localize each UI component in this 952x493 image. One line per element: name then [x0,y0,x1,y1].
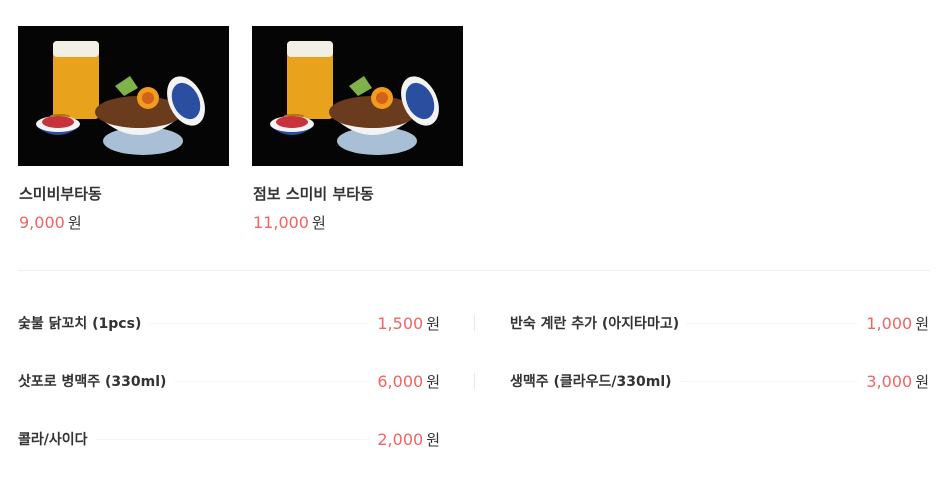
menu-name[interactable]: 점보 스미비 부타동 [253,183,374,204]
leader-line [95,438,370,440]
option-label: 콜라/사이다 [18,432,88,448]
price-amount: 3,000 [866,371,913,391]
food-illustration [18,26,229,166]
option-label: 숯불 닭꼬치 (1pcs) [18,316,142,332]
menu-card[interactable]: 스미비부타동 9,000 원 [18,26,229,232]
price-unit: 원 [426,372,440,391]
price-amount: 1,500 [377,313,424,333]
menu-name[interactable]: 스미비부타동 [19,183,102,204]
option-row: 삿포로 병맥주 (330ml) 6,000 원 [18,370,440,392]
price-unit: 원 [915,372,929,391]
option-row: 반숙 계란 추가 (아지타마고) 1,000 원 [510,312,929,334]
option-row: 생맥주 (클라우드/330ml) 3,000 원 [510,370,929,392]
food-photo[interactable] [252,26,463,166]
option-price: 1,500 원 [377,313,440,334]
menu-price: 11,000 원 [253,212,326,233]
food-photo[interactable] [18,26,229,166]
price-amount: 6,000 [377,371,424,391]
price-amount: 11,000 [253,213,309,232]
leader-line [679,380,859,382]
menu-card[interactable]: 점보 스미비 부타동 11,000 원 [252,26,463,232]
price-amount: 1,000 [866,313,913,333]
leader-line [687,322,859,324]
leader-line [149,322,370,324]
option-row: 콜라/사이다 2,000 원 [18,428,440,450]
option-label: 반숙 계란 추가 (아지타마고) [510,316,680,332]
option-price: 2,000 원 [377,429,440,450]
section-divider [18,270,930,271]
price-amount: 2,000 [377,429,424,449]
option-price: 6,000 원 [377,371,440,392]
menu-price: 9,000 원 [19,212,82,233]
column-separator [474,373,475,389]
option-price: 1,000 원 [866,313,929,334]
price-unit: 원 [426,314,440,333]
price-amount: 9,000 [19,213,65,232]
option-label: 생맥주 (클라우드/330ml) [510,374,672,390]
option-price: 3,000 원 [866,371,929,392]
leader-line [174,380,370,382]
price-unit: 원 [311,214,326,232]
option-row: 숯불 닭꼬치 (1pcs) 1,500 원 [18,312,440,334]
price-unit: 원 [426,430,440,449]
option-label: 삿포로 병맥주 (330ml) [18,374,167,390]
price-unit: 원 [915,314,929,333]
food-illustration [252,26,463,166]
column-separator [474,315,475,331]
price-unit: 원 [67,214,82,232]
